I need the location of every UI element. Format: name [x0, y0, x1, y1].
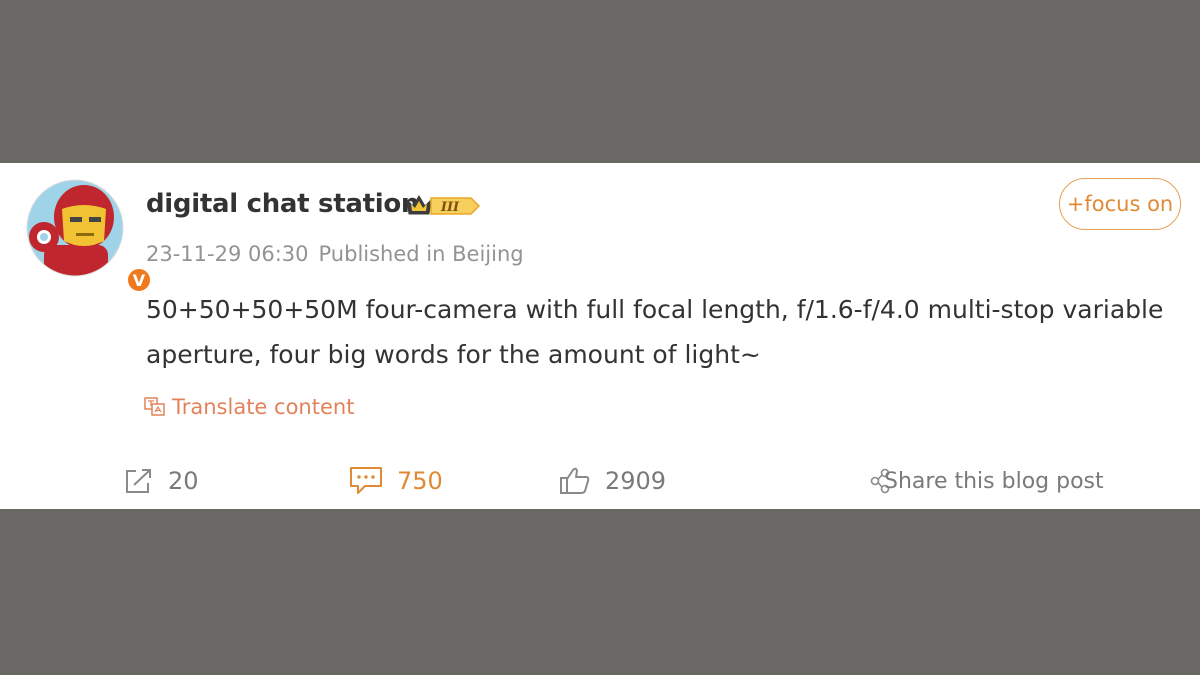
username[interactable]: digital chat station — [146, 189, 419, 219]
translate-label: Translate content — [172, 395, 355, 419]
post-meta: 23-11-29 06:30 Published in Beijing — [146, 242, 524, 266]
translate-icon — [144, 397, 165, 416]
post-text: 50+50+50+50M four-camera with full focal… — [146, 295, 1164, 369]
like-count: 2909 — [605, 467, 667, 495]
share-label: Share this blog post — [884, 468, 1104, 494]
translate-link[interactable]: Translate content — [144, 395, 354, 419]
comment-button[interactable]: 750 — [349, 463, 443, 499]
action-bar: 20 750 2909 Share this blog post — [0, 463, 1200, 499]
location: Published in Beijing — [318, 242, 524, 266]
like-button[interactable]: 2909 — [559, 463, 666, 499]
follow-button[interactable]: +focus on — [1059, 178, 1181, 230]
crown-icon: III — [406, 195, 481, 215]
avatar[interactable]: V — [26, 179, 152, 293]
weibo-post-card: V digital chat station III 23-11-29 06:3… — [0, 163, 1200, 509]
like-icon — [560, 467, 590, 494]
level-badge-text: III — [440, 200, 460, 215]
iron-man-avatar-icon — [26, 179, 124, 277]
comment-icon — [350, 467, 382, 494]
share-button[interactable]: Share this blog post — [870, 463, 1104, 499]
comment-count: 750 — [397, 467, 443, 495]
timestamp[interactable]: 23-11-29 06:30 — [146, 242, 309, 266]
repost-count: 20 — [168, 467, 199, 495]
repost-button[interactable]: 20 — [124, 463, 199, 499]
repost-icon — [126, 469, 151, 493]
